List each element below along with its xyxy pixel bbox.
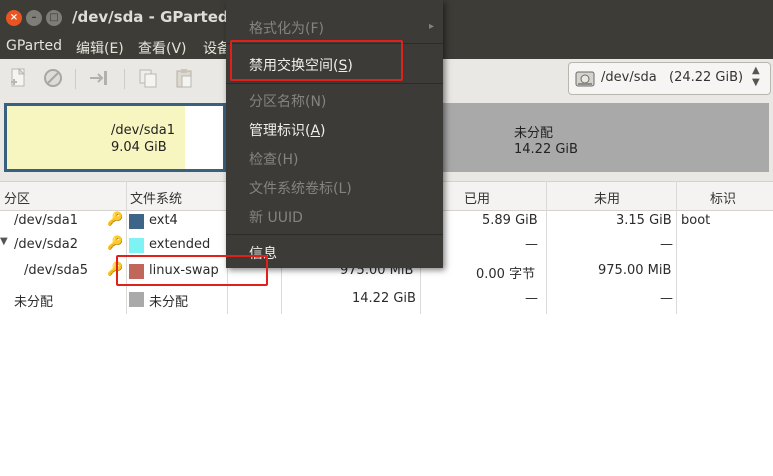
menu-view[interactable]: 查看(V) xyxy=(138,38,187,58)
partition-block-size: 9.04 GiB xyxy=(111,140,167,155)
minimize-window-button[interactable]: – xyxy=(26,10,42,26)
delete-partition-icon[interactable] xyxy=(42,67,64,89)
column-header-flags[interactable]: 标识 xyxy=(710,188,736,207)
partition-cell: /dev/sda2 xyxy=(14,237,78,252)
harddisk-icon xyxy=(575,71,595,87)
used-cell: 5.89 GiB xyxy=(482,213,538,228)
menu-item-check[interactable]: 检查(H) xyxy=(249,149,298,169)
menu-separator xyxy=(226,234,443,235)
unused-cell: 975.00 MiB xyxy=(598,263,672,278)
table-row[interactable]: 未分配 未分配 14.22 GiB — — xyxy=(0,285,773,313)
resize-move-icon[interactable] xyxy=(88,67,110,89)
annotation-highlight-swapoff xyxy=(230,40,403,81)
used-cell: 0.00 字节 xyxy=(476,267,536,282)
paste-icon[interactable] xyxy=(173,67,195,89)
copy-icon[interactable] xyxy=(137,67,159,89)
partition-block-size: 14.22 GiB xyxy=(514,142,578,157)
close-window-button[interactable]: × xyxy=(6,10,22,26)
device-selector[interactable]: /dev/sda (24.22 GiB) ▲ ▼ xyxy=(568,62,771,95)
unused-cell: — xyxy=(660,291,673,306)
expander-arrow-icon[interactable]: ▼ xyxy=(0,236,8,247)
device-size: (24.22 GiB) xyxy=(669,70,744,85)
toolbar-separator xyxy=(124,69,125,89)
maximize-window-button[interactable]: □ xyxy=(46,10,62,26)
menu-item-new-uuid[interactable]: 新 UUID xyxy=(249,207,303,227)
menu-item-format-as[interactable]: 格式化为(F) xyxy=(249,18,324,38)
partition-cell: /dev/sda5 xyxy=(24,263,88,278)
column-header-filesystem[interactable]: 文件系统 xyxy=(130,188,182,207)
menu-item-manage-flags-tail: ) xyxy=(320,123,326,139)
used-cell: — xyxy=(525,291,538,306)
unused-cell: — xyxy=(660,237,673,252)
filesystem-color-swatch xyxy=(129,214,144,229)
menu-gparted[interactable]: GParted xyxy=(6,38,62,54)
toolbar-separator xyxy=(75,69,76,89)
menu-item-manage-flags-label: 管理标识( xyxy=(249,123,311,139)
menu-separator xyxy=(226,83,443,84)
partition-cell: 未分配 xyxy=(14,295,54,310)
column-header-unused[interactable]: 未用 xyxy=(594,188,620,207)
used-cell: — xyxy=(525,237,538,252)
menu-item-label-filesystem[interactable]: 文件系统卷标(L) xyxy=(249,178,352,198)
submenu-arrow-icon: ▸ xyxy=(429,21,435,32)
partition-block-sda1[interactable]: /dev/sda1 9.04 GiB xyxy=(4,103,226,172)
menu-item-manage-flags[interactable]: 管理标识(A) xyxy=(249,120,326,140)
filesystem-cell: extended xyxy=(149,237,211,252)
key-icon: 🔑 xyxy=(107,212,124,227)
column-header-partition[interactable]: 分区 xyxy=(4,188,30,207)
partition-cell: /dev/sda1 xyxy=(14,213,78,228)
column-header-used[interactable]: 已用 xyxy=(464,188,490,207)
mnemonic-key: A xyxy=(310,123,321,139)
new-partition-icon[interactable] xyxy=(8,67,30,89)
filesystem-cell: ext4 xyxy=(149,213,178,228)
menu-item-name-partition[interactable]: 分区名称(N) xyxy=(249,91,326,111)
annotation-highlight-linux-swap xyxy=(116,255,268,286)
chevron-updown-icon: ▲ ▼ xyxy=(752,65,760,88)
size-cell: 14.22 GiB xyxy=(352,291,416,306)
window-title: /dev/sda - GParted xyxy=(72,8,229,26)
filesystem-color-swatch xyxy=(129,238,144,253)
filesystem-cell: 未分配 xyxy=(149,295,189,310)
partition-block-label: 未分配 xyxy=(514,126,554,141)
device-name: /dev/sda xyxy=(601,70,657,85)
flags-cell: boot xyxy=(681,213,711,228)
menu-edit[interactable]: 编辑(E) xyxy=(76,38,124,58)
partition-block-label: /dev/sda1 xyxy=(111,123,175,138)
key-icon: 🔑 xyxy=(107,236,124,251)
unused-cell: 3.15 GiB xyxy=(616,213,672,228)
filesystem-color-swatch xyxy=(129,292,144,307)
